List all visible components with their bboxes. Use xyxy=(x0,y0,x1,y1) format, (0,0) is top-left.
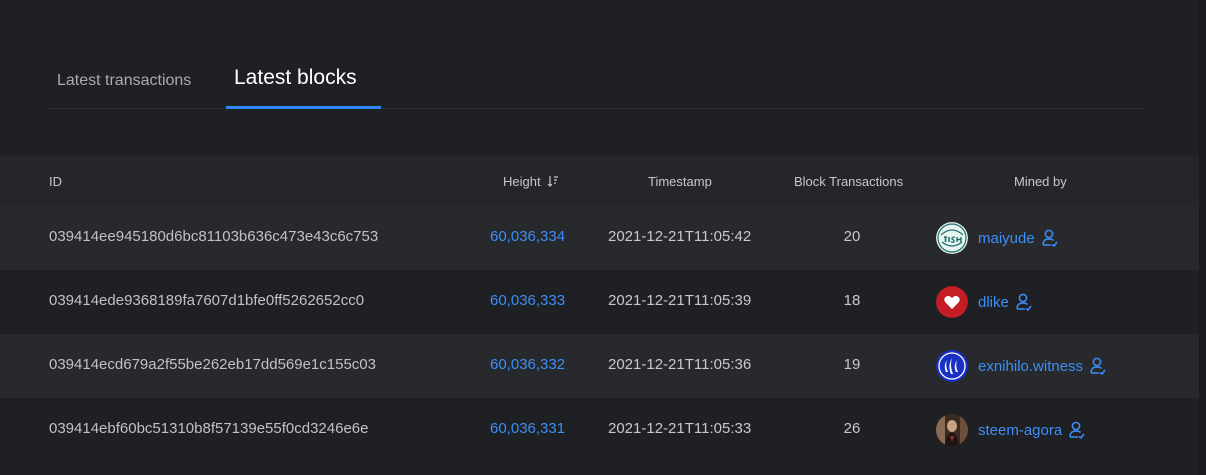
block-id[interactable]: 039414ebf60bc51310b8f57139e55f0cd3246e6e xyxy=(49,420,368,437)
window-edge xyxy=(1199,0,1206,475)
block-timestamp: 2021-12-21T11:05:39 xyxy=(608,292,752,309)
user-profile-icon[interactable] xyxy=(1016,293,1032,311)
latest-activity-panel: Latest transactions Latest blocks ID Hei… xyxy=(0,0,1199,475)
block-height-link[interactable]: 60,036,333 xyxy=(490,292,565,309)
table-header: ID Height Timestamp Block Transactions M… xyxy=(0,156,1199,206)
blocks-table: ID Height Timestamp Block Transactions M… xyxy=(0,156,1199,462)
miner-name[interactable]: maiyude xyxy=(978,230,1035,247)
miner-link[interactable]: steem-agora xyxy=(936,414,1085,446)
fish-logo-avatar xyxy=(936,222,968,254)
block-transactions-count: 26 xyxy=(843,420,861,437)
miner-link[interactable]: exnihilo.witness xyxy=(936,350,1106,382)
table-row: 039414ee945180d6bc81103b636c473e43c6c753… xyxy=(0,206,1199,270)
block-timestamp: 2021-12-21T11:05:33 xyxy=(608,420,752,437)
miner-name[interactable]: steem-agora xyxy=(978,422,1062,439)
steem-logo-avatar xyxy=(936,350,968,382)
user-profile-icon[interactable] xyxy=(1041,229,1058,247)
sort-descending-icon[interactable] xyxy=(547,175,559,188)
portrait-avatar xyxy=(936,414,968,446)
block-timestamp: 2021-12-21T11:05:36 xyxy=(608,356,752,373)
miner-name[interactable]: exnihilo.witness xyxy=(978,358,1083,375)
active-tab-indicator xyxy=(226,106,381,109)
block-id[interactable]: 039414ecd679a2f55be262eb17dd569e1c155c03 xyxy=(49,356,376,373)
block-transactions-count: 19 xyxy=(843,356,861,373)
miner-link[interactable]: dlike xyxy=(936,286,1032,318)
heart-avatar xyxy=(936,286,968,318)
block-transactions-count: 20 xyxy=(843,228,861,245)
table-row: 039414ecd679a2f55be262eb17dd569e1c155c03… xyxy=(0,334,1199,398)
table-row: 039414ebf60bc51310b8f57139e55f0cd3246e6e… xyxy=(0,398,1199,462)
tab-latest-transactions[interactable]: Latest transactions xyxy=(48,50,210,108)
tab-latest-blocks-label: Latest blocks xyxy=(234,66,357,89)
user-profile-icon[interactable] xyxy=(1069,421,1085,439)
tab-latest-transactions-label: Latest transactions xyxy=(57,72,192,89)
header-timestamp: Timestamp xyxy=(648,174,712,189)
block-id[interactable]: 039414ee945180d6bc81103b636c473e43c6c753 xyxy=(49,228,378,245)
block-height-link[interactable]: 60,036,334 xyxy=(490,228,565,245)
header-block-transactions: Block Transactions xyxy=(794,174,904,189)
tab-bar: Latest transactions Latest blocks xyxy=(48,50,1144,109)
miner-link[interactable]: maiyude xyxy=(936,222,1058,254)
block-height-link[interactable]: 60,036,332 xyxy=(490,356,565,373)
block-height-link[interactable]: 60,036,331 xyxy=(490,420,565,437)
tab-latest-blocks[interactable]: Latest blocks xyxy=(226,50,381,109)
header-mined-by: Mined by xyxy=(1014,174,1067,189)
header-id: ID xyxy=(49,174,62,189)
header-height-label: Height xyxy=(503,174,541,189)
header-height[interactable]: Height xyxy=(503,174,559,189)
block-id[interactable]: 039414ede9368189fa7607d1bfe0ff5262652cc0 xyxy=(49,292,364,309)
miner-name[interactable]: dlike xyxy=(978,294,1009,311)
table-row: 039414ede9368189fa7607d1bfe0ff5262652cc0… xyxy=(0,270,1199,334)
user-profile-icon[interactable] xyxy=(1090,357,1106,375)
block-timestamp: 2021-12-21T11:05:42 xyxy=(608,228,752,245)
block-transactions-count: 18 xyxy=(843,292,861,309)
